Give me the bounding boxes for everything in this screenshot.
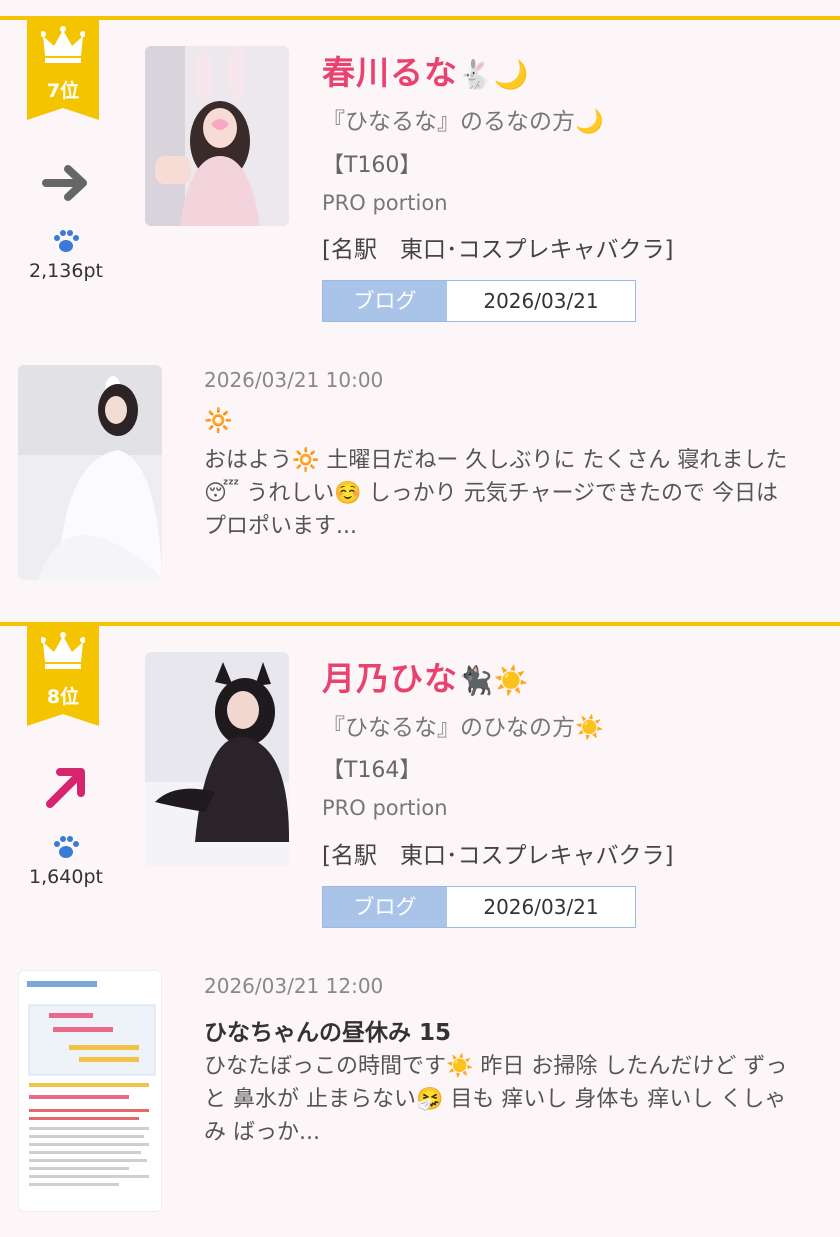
points-value: 1,640pt [29,866,103,888]
blog-post-thumbnail[interactable] [18,365,162,580]
cast-name-text: 春川るな [322,53,458,92]
post-title[interactable]: ひなちゃんの昼休み 15 [204,1013,451,1047]
entry-top-border [0,16,840,20]
points-value: 2,136pt [29,260,103,282]
crown-icon [41,632,85,669]
up-right-arrow-icon [38,760,94,816]
paw-icon [48,834,84,864]
cast-tagline: 『ひなるな』のるなの方🌙 [322,109,604,135]
shop-area: [名駅 東口･コスプレキャバクラ] [322,843,674,869]
rank-ribbon: 8位 [27,626,99,726]
post-excerpt[interactable]: おはよう🔆 土曜日だねー 久しぶりに たくさん 寝れました😴 うれしい☺️ しっ… [204,444,804,543]
cast-name[interactable]: 春川るな🐇🌙 [322,46,530,94]
post-time: 2026/03/21 12:00 [204,974,384,998]
post-title[interactable]: 🔆 [204,407,233,434]
cast-name-text: 月乃ひな [322,659,458,698]
shop-name[interactable]: PRO portion [322,796,448,820]
profile-photo[interactable] [145,652,289,866]
paw-icon [48,228,84,258]
shop-area: [名駅 東口･コスプレキャバクラ] [322,237,674,263]
right-arrow-icon [38,155,94,211]
blog-post-thumbnail[interactable] [18,970,162,1212]
rank-ribbon: 7位 [27,20,99,120]
entry-top-border [0,622,840,626]
cast-name[interactable]: 月乃ひな🐈‍⬛☀️ [322,652,530,700]
shop-name[interactable]: PRO portion [322,191,448,215]
blog-date: 2026/03/21 [447,281,635,321]
blog-link[interactable]: ブログ 2026/03/21 [322,280,636,322]
post-excerpt[interactable]: ひなたぼっこの時間です☀️ 昨日 お掃除 したんだけど ずっと 鼻水が 止まらな… [204,1050,804,1149]
cast-height: 【T164】 [322,758,422,783]
blog-label: ブログ [323,887,447,927]
blog-label: ブログ [323,281,447,321]
blog-link[interactable]: ブログ 2026/03/21 [322,886,636,928]
cast-tagline: 『ひなるな』のひなの方☀️ [322,715,604,741]
crown-icon [41,26,85,63]
rank-label: 8位 [46,686,80,708]
name-emoji: 🐇🌙 [458,58,530,91]
blog-date: 2026/03/21 [447,887,635,927]
name-emoji: 🐈‍⬛☀️ [458,664,530,697]
post-time: 2026/03/21 10:00 [204,368,384,392]
cast-height: 【T160】 [322,153,422,178]
profile-photo[interactable] [145,46,289,226]
rank-label: 7位 [46,80,80,102]
